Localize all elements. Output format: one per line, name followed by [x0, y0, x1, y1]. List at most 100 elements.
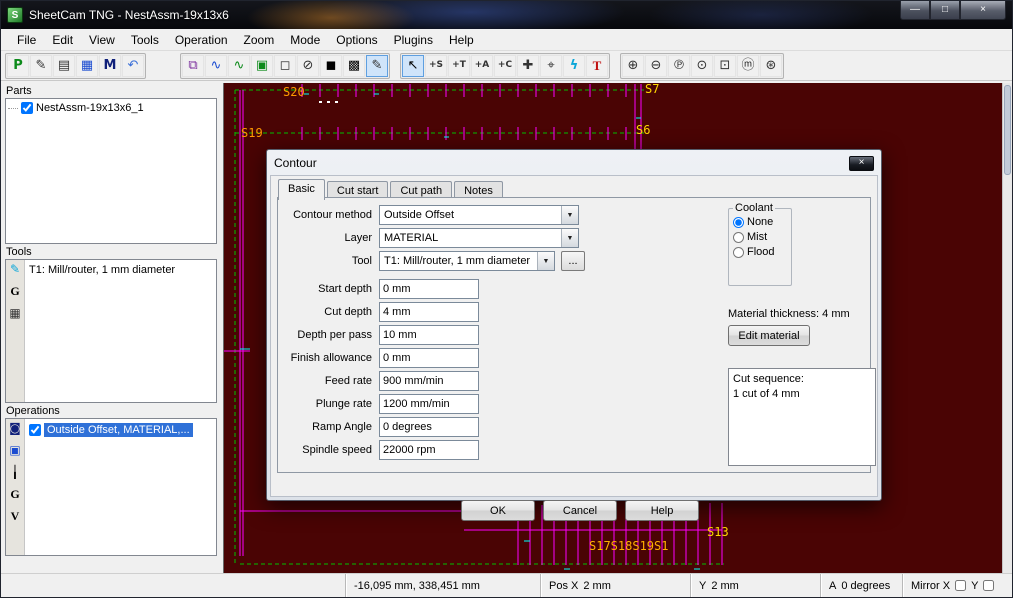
tool-edit-icon[interactable]: ✎ — [10, 263, 20, 275]
dialog-body: Basic Cut start Cut path Notes Contour m… — [270, 175, 878, 521]
menu-zoom[interactable]: Zoom — [236, 30, 283, 50]
show-cut-direction-icon[interactable]: ▩ — [343, 54, 365, 77]
menu-view[interactable]: View — [81, 30, 123, 50]
coolant-mist-radio[interactable] — [733, 231, 744, 243]
set-origin-icon[interactable]: ⌖ — [540, 54, 562, 77]
mirror-y-checkbox[interactable] — [983, 580, 995, 591]
menu-options[interactable]: Options — [328, 30, 385, 50]
select-arc-icon[interactable]: +A — [471, 54, 493, 77]
operations-panel[interactable]: ◙ ▣ ╽ G V Outside Offset, MATERIAL,... — [5, 418, 217, 556]
machine-icon[interactable]: M — [99, 54, 121, 77]
close-button[interactable]: × — [960, 1, 1006, 20]
ramp-angle-input[interactable] — [379, 417, 479, 437]
tools-panel[interactable]: ✎ G ▦ T1: Mill/router, 1 mm diameter — [5, 259, 217, 403]
select-tab-icon[interactable]: +T — [448, 54, 470, 77]
select-contour-icon[interactable]: +C — [494, 54, 516, 77]
dialog-close-button[interactable]: × — [849, 155, 874, 171]
help-button[interactable]: Help — [625, 500, 699, 521]
vertical-scrollbar[interactable] — [1002, 83, 1012, 575]
chevron-down-icon: ▼ — [561, 229, 578, 247]
menu-mode[interactable]: Mode — [282, 30, 328, 50]
show-toolpath-icon[interactable]: ∿ — [205, 54, 227, 77]
form-row: Start depth — [284, 278, 585, 300]
menu-help[interactable]: Help — [441, 30, 482, 50]
maximize-button[interactable]: □ — [930, 1, 960, 20]
tab-basic[interactable]: Basic — [278, 179, 325, 200]
show-parts-icon[interactable]: ⧉ — [182, 54, 204, 77]
op-vcarve-icon[interactable]: V — [11, 510, 20, 522]
zoom-machine-icon[interactable]: ⓜ — [737, 54, 759, 77]
zoom-in-icon[interactable]: ⊕ — [622, 54, 644, 77]
edit-part-icon[interactable]: ✎ — [30, 54, 52, 77]
operation-item[interactable]: Outside Offset, MATERIAL,... — [27, 421, 214, 439]
zoom-window-icon[interactable]: ⊡ — [714, 54, 736, 77]
depth-per-pass-label: Depth per pass — [297, 329, 372, 341]
coolant-option[interactable]: Mist — [733, 231, 787, 243]
cancel-button[interactable]: Cancel — [543, 500, 617, 521]
simulate-icon[interactable]: ▦ — [76, 54, 98, 77]
zoom-part-icon[interactable]: ℗ — [668, 54, 690, 77]
zoom-previous-icon[interactable]: ⊛ — [760, 54, 782, 77]
undo-icon[interactable]: ↶ — [122, 54, 144, 77]
edit-drawing-icon[interactable]: ✎ — [366, 54, 388, 77]
tool-select[interactable]: T1: Mill/router, 1 mm diameter ▼ — [379, 251, 555, 271]
run-post-processor-icon[interactable]: P — [7, 54, 29, 77]
tool-item[interactable]: T1: Mill/router, 1 mm diameter — [27, 262, 214, 278]
zoom-extents-icon[interactable]: ⊙ — [691, 54, 713, 77]
part-visible-checkbox[interactable] — [21, 102, 33, 114]
select-cursor-icon[interactable]: ↖ — [402, 54, 424, 77]
finish-allowance-input[interactable] — [379, 348, 479, 368]
operation-name[interactable]: Outside Offset, MATERIAL,... — [44, 423, 193, 437]
edit-material-button[interactable]: Edit material — [728, 325, 810, 346]
zoom-out-icon[interactable]: ⊖ — [645, 54, 667, 77]
plunge-rate-input[interactable] — [379, 394, 479, 414]
measure-icon[interactable]: ϟ — [563, 54, 585, 77]
coolant-flood-radio[interactable] — [733, 246, 744, 258]
show-machine-extents-icon[interactable]: ◻ — [274, 54, 296, 77]
plunge-rate-label: Plunge rate — [315, 398, 372, 410]
feed-rate-input[interactable] — [379, 371, 479, 391]
parts-tree-item[interactable]: NestAssm-19x13x6_1 — [6, 99, 216, 117]
start-depth-input[interactable] — [379, 279, 479, 299]
dialog-titlebar[interactable]: Contour × — [270, 152, 878, 174]
coolant-none-radio[interactable] — [733, 216, 744, 228]
tool-gcode-icon[interactable]: G — [10, 285, 19, 297]
op-outline-icon[interactable]: ▣ — [9, 444, 20, 456]
tool-browse-button[interactable]: ... — [561, 251, 585, 271]
print-icon[interactable]: ▤ — [53, 54, 75, 77]
select-start-point-icon[interactable]: +S — [425, 54, 447, 77]
black-background-icon[interactable]: ◼ — [320, 54, 342, 77]
menu-edit[interactable]: Edit — [44, 30, 81, 50]
menu-operation[interactable]: Operation — [167, 30, 236, 50]
op-drill-icon[interactable]: ╽ — [11, 466, 18, 478]
minimize-button[interactable]: — — [900, 1, 930, 20]
tool-table-icon[interactable]: ▦ — [9, 307, 20, 319]
spindle-speed-input[interactable] — [379, 440, 479, 460]
contour-method-select[interactable]: Outside Offset ▼ — [379, 205, 579, 225]
menubar: File Edit View Tools Operation Zoom Mode… — [1, 29, 1012, 51]
op-insert-icon[interactable]: ◙ — [9, 422, 21, 434]
tools-list[interactable]: T1: Mill/router, 1 mm diameter — [25, 260, 216, 402]
titlebar[interactable]: S SheetCam TNG - NestAssm-19x13x6 — □ × — [1, 1, 1012, 29]
show-tool-icon[interactable]: ⊘ — [297, 54, 319, 77]
coolant-option[interactable]: Flood — [733, 246, 787, 258]
ok-button[interactable]: OK — [461, 500, 535, 521]
op-gcode-icon[interactable]: G — [10, 488, 19, 500]
menu-tools[interactable]: Tools — [123, 30, 167, 50]
menu-plugins[interactable]: Plugins — [386, 30, 441, 50]
cut-depth-input[interactable] — [379, 302, 479, 322]
move-part-icon[interactable]: ✚ — [517, 54, 539, 77]
menu-file[interactable]: File — [9, 30, 44, 50]
coolant-option[interactable]: None — [733, 216, 787, 228]
layer-select[interactable]: MATERIAL ▼ — [379, 228, 579, 248]
show-material-icon[interactable]: ▣ — [251, 54, 273, 77]
operations-list[interactable]: Outside Offset, MATERIAL,... — [25, 419, 216, 555]
operation-enabled-checkbox[interactable] — [29, 424, 41, 436]
text-tool-icon[interactable]: T — [586, 54, 608, 77]
mirror-x-checkbox[interactable] — [955, 580, 967, 591]
parts-panel[interactable]: NestAssm-19x13x6_1 — [5, 98, 217, 244]
depth-per-pass-input[interactable] — [379, 325, 479, 345]
show-rapids-icon[interactable]: ∿ — [228, 54, 250, 77]
toolbar-zoom-group: ⊕ ⊖ ℗ ⊙ ⊡ ⓜ ⊛ — [620, 52, 784, 79]
scrollbar-thumb[interactable] — [1004, 85, 1011, 175]
